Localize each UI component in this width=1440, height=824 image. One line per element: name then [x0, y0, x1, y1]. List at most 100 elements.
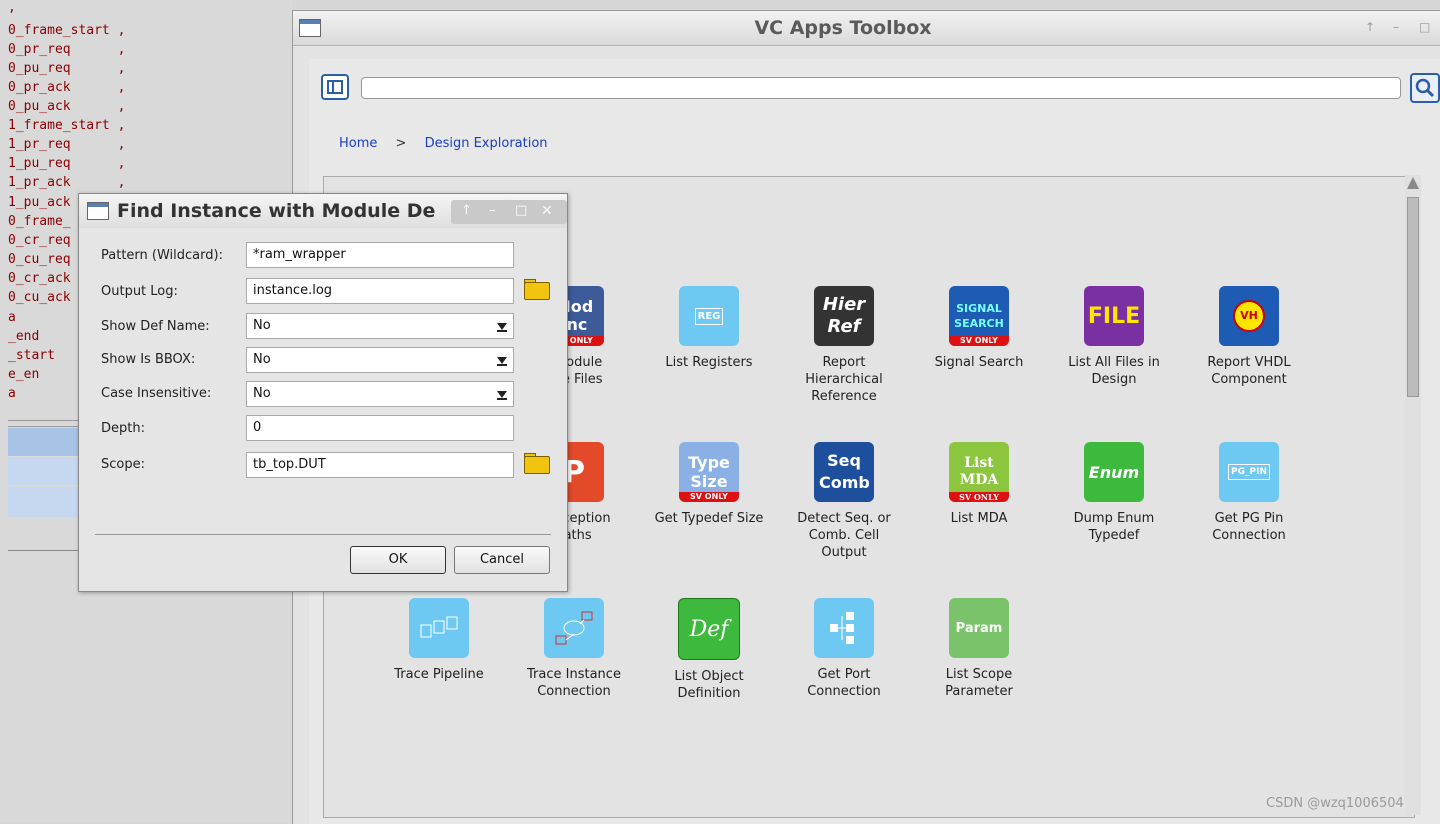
typedef-size-icon: Type Size SV ONLY — [679, 442, 739, 502]
dropdown-arrow-icon — [497, 391, 507, 400]
code-line: 1_pu_req , — [8, 156, 126, 171]
scope-input[interactable]: tb_top.DUT — [246, 452, 514, 478]
app-dump-enum[interactable]: Enum Dump Enum Typedef — [1054, 442, 1174, 544]
pattern-input[interactable]: *ram_wrapper — [246, 242, 514, 268]
dialog-titlebar[interactable]: Find Instance with Module De ↑ – □ ✕ — [79, 194, 567, 228]
app-trace-instance[interactable]: Trace Instance Connection — [514, 598, 634, 700]
show-def-name-label: Show Def Name: — [101, 319, 210, 334]
scroll-thumb[interactable] — [1407, 197, 1419, 397]
breadcrumb: Home > Design Exploration — [339, 136, 548, 151]
folder-icon — [524, 456, 550, 474]
register-icon: REG — [679, 286, 739, 346]
app-signal-search[interactable]: SIGNAL SEARCH SV ONLY Signal Search — [919, 286, 1039, 371]
code-line: 0_cu_ack — [8, 290, 71, 305]
dialog-menu-icon[interactable] — [87, 202, 109, 220]
code-line: a — [8, 386, 16, 401]
app-list-all-files[interactable]: FILE List All Files in Design — [1054, 286, 1174, 388]
dropdown-arrow-icon — [497, 357, 507, 366]
app-label: Get Typedef Size — [654, 511, 764, 526]
app-list-registers[interactable]: REG List Registers — [649, 286, 769, 371]
app-list-object-def[interactable]: Def List Object Definition — [649, 598, 769, 702]
app-report-hier-ref[interactable]: Hier Ref Report Hierarchical Reference — [784, 286, 904, 405]
app-label: Dump Enum Typedef — [1073, 511, 1155, 543]
scope-label: Scope: — [101, 457, 145, 472]
case-insensitive-label: Case Insensitive: — [101, 386, 212, 401]
def-icon: Def — [678, 598, 740, 660]
code-line: 0_frame_start , — [8, 23, 126, 38]
file-icon: FILE — [1084, 286, 1144, 346]
code-line: 0_cr_req — [8, 233, 71, 248]
app-list-mda[interactable]: List MDA SV ONLY List MDA — [919, 442, 1039, 527]
app-seq-comb[interactable]: Seq Comb Detect Seq. or Comb. Cell Outpu… — [784, 442, 904, 561]
app-trace-pipeline[interactable]: Trace Pipeline — [379, 598, 499, 683]
app-label: List Registers — [665, 355, 753, 370]
code-line: 1_pu_ack — [8, 195, 71, 210]
vertical-scrollbar[interactable] — [1405, 175, 1421, 815]
panel-toggle-button[interactable] — [321, 74, 349, 100]
code-line: _end — [8, 329, 40, 344]
code-line: e_en — [8, 367, 40, 382]
cancel-button[interactable]: Cancel — [454, 546, 550, 574]
code-line: 1_frame_start , — [8, 118, 126, 133]
show-def-name-select[interactable]: No — [246, 313, 514, 339]
case-insensitive-select[interactable]: No — [246, 381, 514, 407]
show-def-name-value: No — [253, 318, 271, 333]
output-log-label: Output Log: — [101, 284, 178, 299]
code-line: 0_pr_req , — [8, 42, 126, 57]
port-connection-icon — [814, 598, 874, 658]
app-label: Report Hierarchical Reference — [805, 355, 883, 404]
find-instance-dialog: Find Instance with Module De ↑ – □ ✕ Pat… — [78, 193, 568, 592]
breadcrumb-current[interactable]: Design Exploration — [425, 136, 548, 151]
search-icon — [1415, 78, 1435, 98]
code-line: 0_pu_ack , — [8, 99, 126, 114]
depth-input[interactable]: 0 — [246, 415, 514, 441]
app-typedef-size[interactable]: Type Size SV ONLY Get Typedef Size — [649, 442, 769, 527]
code-line: 0_pr_ack , — [8, 80, 126, 95]
window-maximize-icon[interactable]: □ — [1419, 20, 1430, 34]
app-report-vhdl[interactable]: VH Report VHDL Component — [1189, 286, 1309, 388]
app-label: Trace Instance Connection — [527, 667, 621, 699]
scope-browse-button[interactable] — [522, 452, 552, 478]
output-log-input[interactable]: instance.log — [246, 278, 514, 304]
pipeline-icon — [409, 598, 469, 658]
enum-icon: Enum — [1084, 442, 1144, 502]
dialog-up-icon[interactable]: ↑ — [461, 203, 472, 218]
scroll-up-icon[interactable] — [1407, 177, 1419, 189]
window-titlebar[interactable]: VC Apps Toolbox ↑ – □ — [293, 11, 1440, 46]
search-button[interactable] — [1410, 73, 1440, 103]
app-pg-pin[interactable]: PG_PIN Get PG Pin Connection — [1189, 442, 1309, 544]
code-line: a — [8, 310, 16, 325]
dialog-close-icon[interactable]: ✕ — [541, 203, 553, 219]
vhdl-icon: VH — [1219, 286, 1279, 346]
show-bbox-select[interactable]: No — [246, 347, 514, 373]
app-label: List Object Definition — [674, 669, 744, 701]
window-up-icon[interactable]: ↑ — [1365, 20, 1375, 34]
dialog-separator — [95, 534, 551, 535]
dialog-minimize-icon[interactable]: – — [489, 203, 496, 218]
window-minimize-icon[interactable]: – — [1393, 20, 1399, 34]
app-label: List MDA — [950, 511, 1008, 526]
depth-label: Depth: — [101, 421, 145, 436]
signal-search-icon: SIGNAL SEARCH SV ONLY — [949, 286, 1009, 346]
app-scope-param[interactable]: Param List Scope Parameter — [919, 598, 1039, 700]
code-line: , — [8, 0, 16, 15]
app-label: Get PG Pin Connection — [1212, 511, 1286, 543]
code-line: 0_frame_ — [8, 214, 71, 229]
app-label: Get Port Connection — [807, 667, 881, 699]
breadcrumb-home[interactable]: Home — [339, 136, 377, 151]
dialog-controls: ↑ – □ ✕ — [451, 200, 567, 224]
code-line: _start — [8, 348, 55, 363]
app-label: Trace Pipeline — [394, 667, 484, 682]
breadcrumb-separator: > — [395, 136, 407, 151]
ok-button[interactable]: OK — [350, 546, 446, 574]
dropdown-arrow-icon — [497, 323, 507, 332]
dialog-maximize-icon[interactable]: □ — [515, 203, 527, 218]
folder-icon — [524, 282, 550, 300]
app-port-connection[interactable]: Get Port Connection — [784, 598, 904, 700]
search-input[interactable] — [361, 77, 1401, 99]
code-line: 1_pr_ack , — [8, 175, 126, 190]
app-label: List All Files in Design — [1068, 355, 1160, 387]
param-icon: Param — [949, 598, 1009, 658]
app-label: Detect Seq. or Comb. Cell Output — [797, 511, 891, 560]
output-log-browse-button[interactable] — [522, 278, 552, 304]
